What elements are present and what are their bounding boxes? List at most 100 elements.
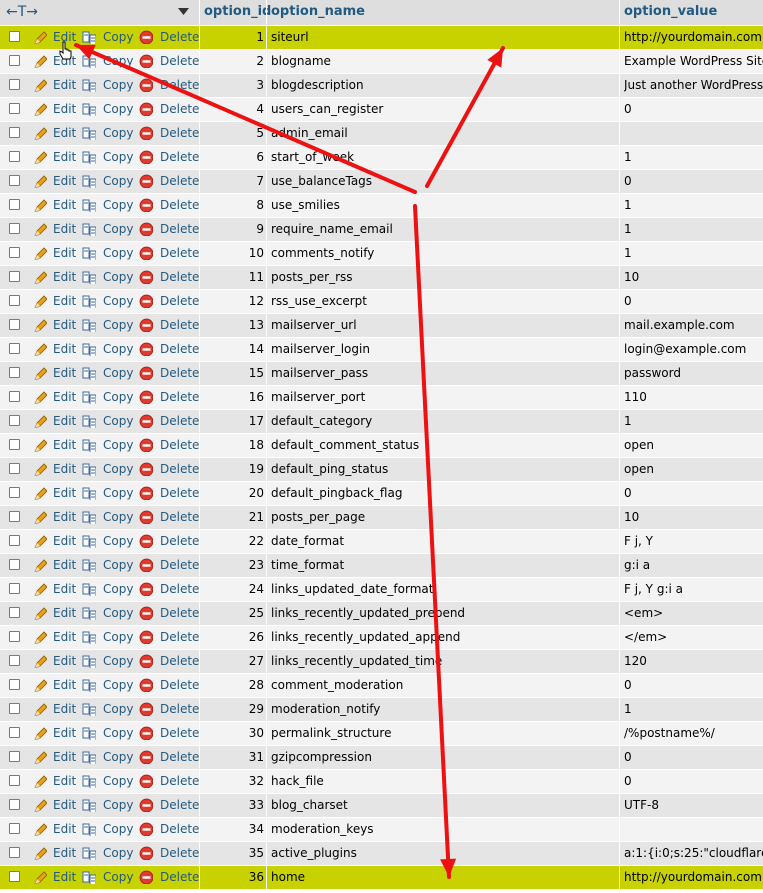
pencil-icon[interactable] (33, 438, 47, 452)
copy-icon[interactable] (82, 678, 96, 692)
cell-option-name[interactable]: blog_charset (271, 794, 348, 817)
cell-option-id[interactable]: 10 (200, 242, 264, 265)
pencil-icon[interactable] (33, 798, 47, 812)
table-row[interactable]: Edit Copy Delete 20 default_pingback_flag 0 (0, 482, 763, 506)
cell-option-value[interactable]: http://yourdomain.com (624, 866, 763, 889)
table-row[interactable]: Edit Copy Delete 26 links_recently_updated_a… (0, 626, 763, 650)
cell-option-name[interactable]: blogname (271, 50, 331, 73)
row-checkbox[interactable] (9, 847, 20, 858)
cell-option-name[interactable]: blogdescription (271, 74, 364, 97)
delete-link[interactable]: Delete (160, 818, 199, 841)
cell-option-name[interactable]: gzipcompression (271, 746, 372, 769)
copy-link[interactable]: Copy (103, 26, 133, 49)
delete-icon[interactable] (139, 438, 153, 452)
pencil-icon[interactable] (33, 30, 47, 44)
copy-link[interactable]: Copy (103, 746, 133, 769)
edit-link[interactable]: Edit (53, 602, 76, 625)
cell-option-name[interactable]: default_comment_status (271, 434, 419, 457)
cell-option-name[interactable]: home (271, 866, 305, 889)
cell-option-value[interactable]: 120 (624, 650, 763, 673)
edit-link[interactable]: Edit (53, 626, 76, 649)
delete-link[interactable]: Delete (160, 146, 199, 169)
pencil-icon[interactable] (33, 750, 47, 764)
delete-icon[interactable] (139, 798, 153, 812)
copy-link[interactable]: Copy (103, 650, 133, 673)
copy-link[interactable]: Copy (103, 98, 133, 121)
copy-link[interactable]: Copy (103, 50, 133, 73)
copy-icon[interactable] (82, 798, 96, 812)
cell-option-value[interactable]: Just another WordPress site (624, 74, 763, 97)
table-row[interactable]: Edit Copy Delete 19 default_ping_status open (0, 458, 763, 482)
table-row[interactable]: Edit Copy Delete 21 posts_per_page 10 (0, 506, 763, 530)
cell-option-id[interactable]: 17 (200, 410, 264, 433)
row-checkbox[interactable] (9, 703, 20, 714)
cell-option-name[interactable]: comment_moderation (271, 674, 403, 697)
table-row[interactable]: Edit Copy Delete 18 default_comment_status op… (0, 434, 763, 458)
table-row[interactable]: Edit Copy Delete 7 use_balanceTags 0 (0, 170, 763, 194)
delete-icon[interactable] (139, 486, 153, 500)
delete-link[interactable]: Delete (160, 338, 199, 361)
table-row[interactable]: Edit Copy Delete 27 links_recently_updated_t… (0, 650, 763, 674)
delete-icon[interactable] (139, 246, 153, 260)
pencil-icon[interactable] (33, 126, 47, 140)
edit-link[interactable]: Edit (53, 530, 76, 553)
cell-option-name[interactable]: active_plugins (271, 842, 357, 865)
cell-option-id[interactable]: 5 (200, 122, 264, 145)
table-row[interactable]: Edit Copy Delete 34 moderation_keys (0, 818, 763, 842)
edit-link[interactable]: Edit (53, 98, 76, 121)
copy-icon[interactable] (82, 342, 96, 356)
copy-link[interactable]: Copy (103, 770, 133, 793)
delete-link[interactable]: Delete (160, 506, 199, 529)
row-checkbox[interactable] (9, 199, 20, 210)
edit-link[interactable]: Edit (53, 458, 76, 481)
cell-option-id[interactable]: 23 (200, 554, 264, 577)
edit-link[interactable]: Edit (53, 122, 76, 145)
pencil-icon[interactable] (33, 678, 47, 692)
cell-option-id[interactable]: 24 (200, 578, 264, 601)
delete-link[interactable]: Delete (160, 218, 199, 241)
edit-link[interactable]: Edit (53, 242, 76, 265)
delete-icon[interactable] (139, 30, 153, 44)
delete-icon[interactable] (139, 678, 153, 692)
pencil-icon[interactable] (33, 654, 47, 668)
delete-link[interactable]: Delete (160, 122, 199, 145)
cell-option-id[interactable]: 3 (200, 74, 264, 97)
copy-icon[interactable] (82, 270, 96, 284)
edit-link[interactable]: Edit (53, 74, 76, 97)
cell-option-value[interactable]: 10 (624, 266, 763, 289)
copy-icon[interactable] (82, 150, 96, 164)
cell-option-id[interactable]: 21 (200, 506, 264, 529)
row-checkbox[interactable] (9, 319, 20, 330)
delete-link[interactable]: Delete (160, 746, 199, 769)
row-checkbox[interactable] (9, 823, 20, 834)
copy-link[interactable]: Copy (103, 626, 133, 649)
row-checkbox[interactable] (9, 391, 20, 402)
pencil-icon[interactable] (33, 294, 47, 308)
table-row[interactable]: Edit Copy Delete 3 blogdescription Just anoth… (0, 74, 763, 98)
row-checkbox[interactable] (9, 775, 20, 786)
copy-link[interactable]: Copy (103, 674, 133, 697)
cell-option-id[interactable]: 18 (200, 434, 264, 457)
cell-option-name[interactable]: links_recently_updated_time (271, 650, 442, 673)
copy-link[interactable]: Copy (103, 530, 133, 553)
copy-link[interactable]: Copy (103, 866, 133, 889)
cell-option-id[interactable]: 6 (200, 146, 264, 169)
delete-icon[interactable] (139, 78, 153, 92)
pencil-icon[interactable] (33, 606, 47, 620)
copy-icon[interactable] (82, 414, 96, 428)
edit-link[interactable]: Edit (53, 842, 76, 865)
edit-link[interactable]: Edit (53, 866, 76, 889)
delete-link[interactable]: Delete (160, 26, 199, 49)
row-checkbox[interactable] (9, 631, 20, 642)
delete-icon[interactable] (139, 750, 153, 764)
delete-link[interactable]: Delete (160, 722, 199, 745)
copy-icon[interactable] (82, 318, 96, 332)
row-checkbox[interactable] (9, 415, 20, 426)
copy-link[interactable]: Copy (103, 314, 133, 337)
copy-icon[interactable] (82, 654, 96, 668)
copy-icon[interactable] (82, 870, 96, 884)
delete-link[interactable]: Delete (160, 554, 199, 577)
delete-link[interactable]: Delete (160, 626, 199, 649)
delete-icon[interactable] (139, 630, 153, 644)
row-checkbox[interactable] (9, 367, 20, 378)
